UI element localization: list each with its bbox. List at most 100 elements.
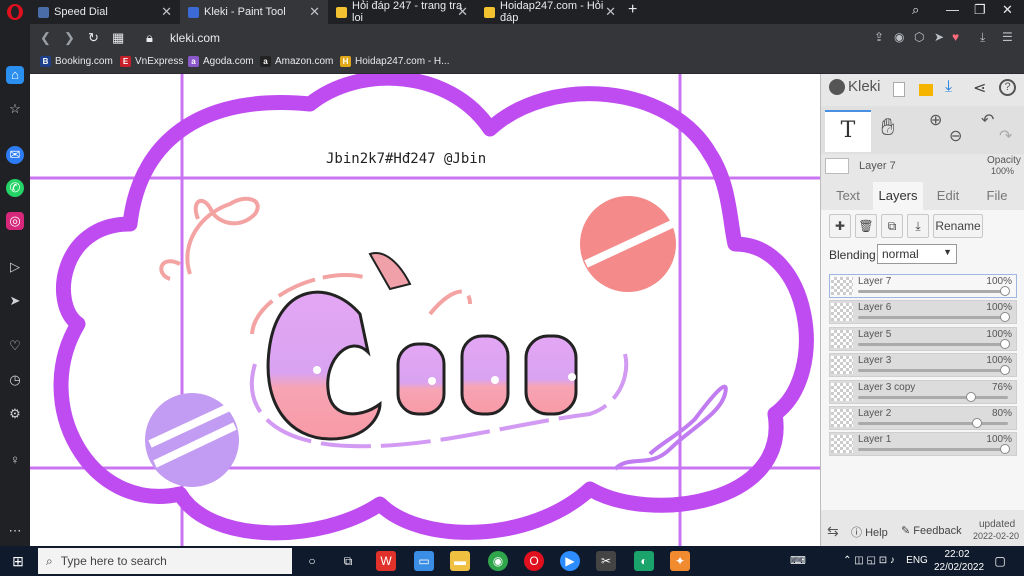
layer-row[interactable]: Layer 7 100% (829, 274, 1017, 298)
opacity-slider-knob[interactable] (965, 391, 976, 402)
close-window-button[interactable]: ✕ (1002, 2, 1013, 18)
duplicate-layer-button[interactable]: ⧉ (881, 214, 903, 238)
app-icon-green[interactable]: ◐ (634, 551, 654, 571)
opacity-slider-knob[interactable] (1000, 312, 1010, 323)
opacity-slider-knob[interactable] (1000, 444, 1010, 455)
add-layer-button[interactable]: ✚ (829, 214, 851, 238)
bookmark-amazon[interactable]: a Amazon.com (260, 56, 333, 67)
opacity-slider[interactable] (858, 448, 1008, 452)
url-text[interactable]: kleki.com (170, 31, 220, 45)
search-tabs-icon[interactable]: ⌕ (912, 2, 919, 18)
camera-icon[interactable]: ◉ (894, 30, 904, 44)
instagram-icon[interactable]: ◎ (6, 212, 24, 230)
bookmark-booking[interactable]: B Booking.com (40, 56, 113, 67)
close-tab-icon[interactable]: ✕ (161, 4, 172, 20)
cortana-icon[interactable]: ○ (302, 551, 322, 571)
tab-hoidap-1[interactable]: Hỏi đáp 247 - trang tra loi ✕ (328, 0, 476, 24)
layer-row[interactable]: Layer 1 100% (829, 432, 1017, 457)
clock[interactable]: 22:02 22/02/2022 (934, 548, 984, 574)
zoom-icon[interactable]: ▶ (560, 551, 580, 571)
help-button[interactable]: ⓘ Help (851, 524, 888, 540)
windows-start-icon[interactable]: ⊞ (8, 551, 28, 571)
send-icon[interactable]: ➤ (6, 292, 24, 310)
new-tab-button[interactable]: + (628, 1, 637, 19)
help-circle-icon[interactable]: ? (999, 79, 1016, 96)
home-icon[interactable]: ⌂ (6, 66, 24, 84)
star-icon[interactable]: ☆ (6, 100, 24, 118)
heart-icon[interactable]: ♥ (952, 30, 959, 44)
player-icon[interactable]: ▷ (6, 258, 24, 276)
tab-layers[interactable]: Layers (873, 182, 923, 210)
restore-button[interactable]: ❐ (974, 2, 986, 18)
layer-row[interactable]: Layer 6 100% (829, 300, 1017, 325)
merge-layer-button[interactable]: ⤓ (907, 214, 929, 238)
lightbulb-icon[interactable]: ♀ (6, 451, 24, 469)
tray-icons[interactable]: ⌃ ◫ ◱ ⊡ ♪ (834, 551, 904, 571)
undo-icon[interactable]: ↶ (981, 110, 994, 130)
redo-icon[interactable]: ↷ (999, 126, 1012, 146)
opacity-slider[interactable] (858, 395, 1008, 399)
send-icon[interactable]: ➤ (934, 30, 944, 44)
feedback-button[interactable]: ✎ Feedback (901, 524, 962, 537)
language-indicator[interactable]: ENG (904, 551, 930, 571)
capcut-icon[interactable]: ✂ (596, 551, 616, 571)
download-icon[interactable]: ⤓ (980, 30, 985, 45)
layer-row[interactable]: Layer 5 100% (829, 326, 1017, 351)
opacity-slider-knob[interactable] (971, 418, 982, 428)
bookmark-hoidap[interactable]: H Hoidap247.com - H... (340, 56, 450, 67)
tablet-app-icon[interactable]: ▭ (414, 551, 434, 571)
tab-edit[interactable]: Edit (925, 182, 971, 210)
back-icon[interactable]: ❮ (40, 30, 51, 46)
menu-icon[interactable]: ☰ (1002, 30, 1013, 44)
close-tab-icon[interactable]: ✕ (309, 4, 320, 20)
zoom-in-icon[interactable]: ⊕ (929, 110, 942, 130)
opacity-slider[interactable] (858, 422, 1008, 425)
layer-row[interactable]: Layer 3 100% (829, 353, 1017, 378)
text-tool-icon[interactable]: T (825, 110, 871, 152)
tabs-grid-icon[interactable]: ▦ (112, 30, 124, 46)
bookmark-vnexpress[interactable]: E VnExpress (120, 56, 183, 67)
hand-tool-icon[interactable]: ✋︎ (881, 114, 895, 142)
opacity-slider-knob[interactable] (1000, 365, 1010, 376)
opera-taskbar-icon[interactable]: O (524, 551, 544, 571)
bookmark-agoda[interactable]: a Agoda.com (188, 56, 254, 67)
kleki-logo[interactable]: Kleki (829, 78, 881, 95)
whatsapp-icon[interactable]: ✆ (6, 179, 24, 197)
new-file-icon[interactable] (893, 82, 905, 97)
layer-row[interactable]: Layer 2 80% (829, 406, 1017, 430)
delete-layer-button[interactable]: 🗑︎ (855, 214, 877, 238)
taskbar-search[interactable]: ⌕ Type here to search (38, 548, 292, 574)
app-icon-orange[interactable]: ✦ (670, 551, 690, 571)
opacity-slider-knob[interactable] (1000, 286, 1010, 296)
cube-icon[interactable]: ⬡ (914, 30, 924, 44)
minimize-button[interactable]: — (946, 2, 959, 17)
opacity-slider[interactable] (858, 316, 1008, 320)
keyboard-icon[interactable]: ⌨ (788, 551, 808, 571)
more-icon[interactable]: ⋯ (6, 522, 24, 540)
layer-row[interactable]: Layer 3 copy 76% (829, 379, 1017, 404)
history-icon[interactable]: ◷ (6, 371, 24, 389)
zoom-out-icon[interactable]: ⊖ (949, 126, 962, 146)
close-tab-icon[interactable]: ✕ (457, 4, 468, 20)
notification-icon[interactable]: ▢ (990, 551, 1010, 571)
close-tab-icon[interactable]: ✕ (605, 4, 616, 20)
swap-icon[interactable]: ⇆ (827, 523, 839, 540)
opacity-slider-knob[interactable] (1000, 338, 1010, 349)
tab-hoidap-2[interactable]: Hoidap247.com - Hỏi đáp ✕ (476, 0, 624, 24)
opacity-slider[interactable] (858, 369, 1008, 373)
wps-icon[interactable]: W (376, 551, 396, 571)
messenger-icon[interactable]: ✉ (6, 146, 24, 164)
reload-icon[interactable]: ↻ (88, 30, 99, 46)
chrome-icon[interactable]: ◉ (488, 551, 508, 571)
opera-menu-button[interactable] (7, 4, 23, 20)
share-icon[interactable]: ⋖ (973, 78, 986, 98)
file-explorer-icon[interactable]: ▬ (450, 551, 470, 571)
save-icon[interactable]: ⤓ (945, 78, 952, 96)
tab-kleki[interactable]: Kleki - Paint Tool ✕ (180, 0, 328, 24)
task-view-icon[interactable]: ⧉ (338, 551, 358, 571)
blending-select[interactable]: normal ▼ (877, 244, 957, 264)
tab-text[interactable]: Text (825, 182, 871, 210)
opacity-slider[interactable] (858, 342, 1008, 346)
import-icon[interactable] (919, 84, 933, 96)
forward-icon[interactable]: ❯ (64, 30, 75, 46)
